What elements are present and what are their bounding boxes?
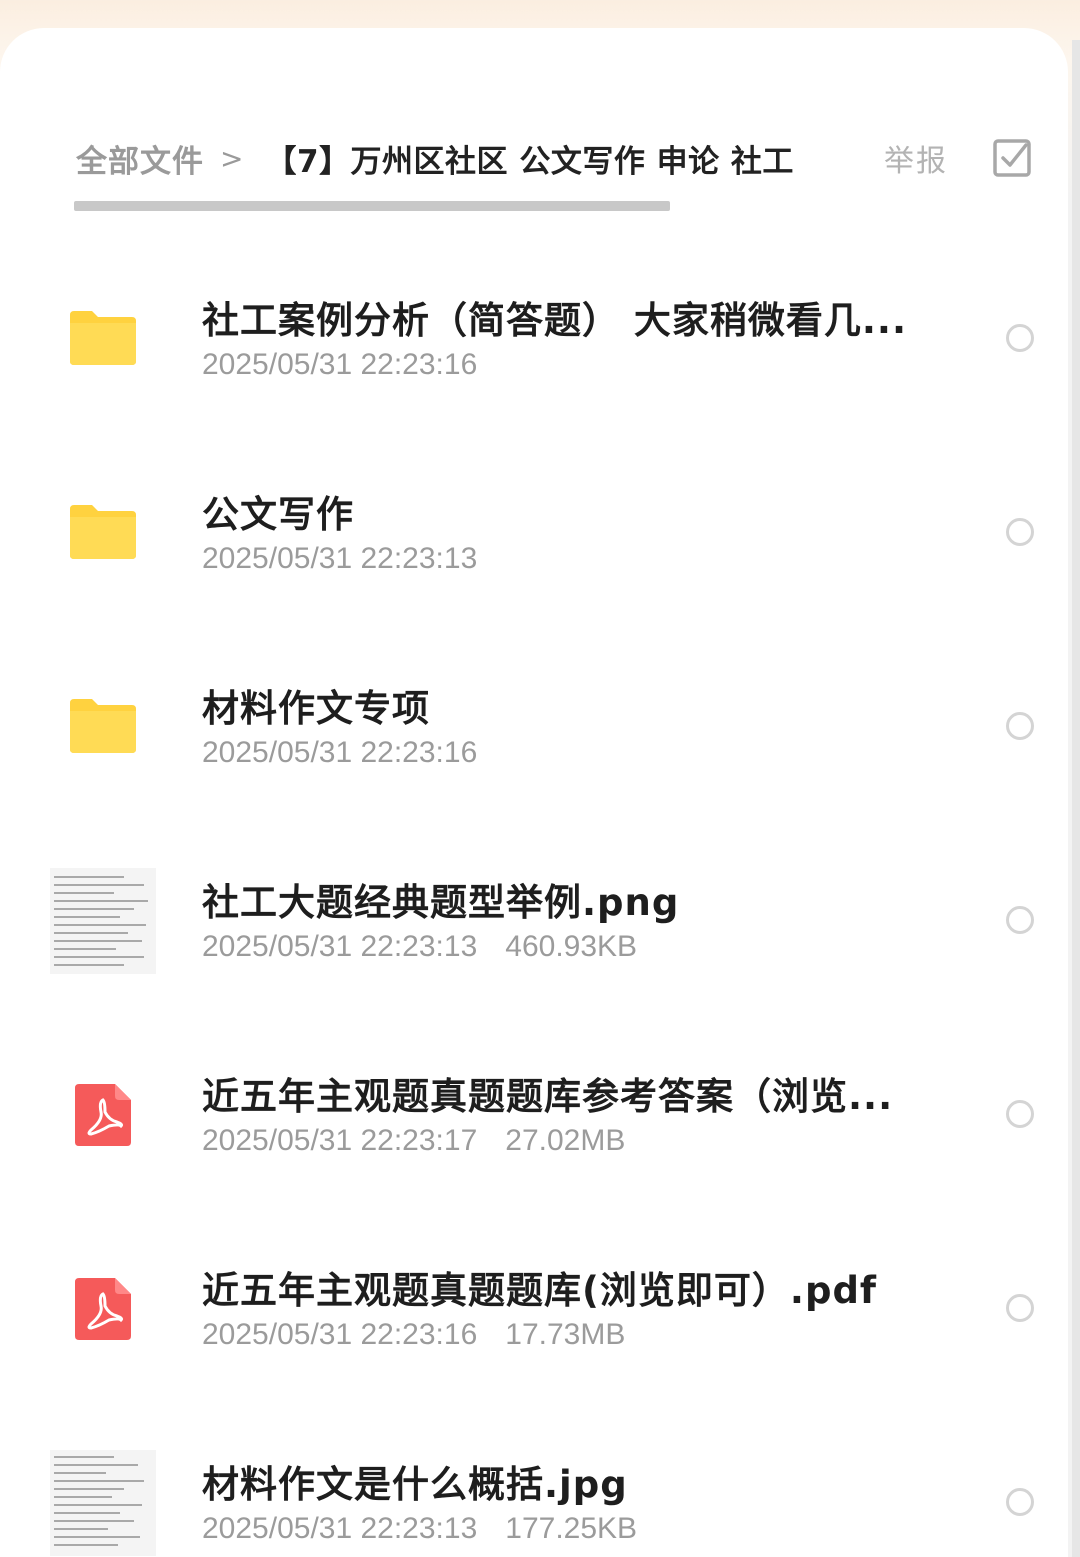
image-thumbnail	[48, 1448, 158, 1557]
file-date: 2025/05/31 22:23:16	[202, 736, 478, 769]
file-meta: 2025/05/31 22:23:16 17.73MB	[202, 1318, 625, 1352]
file-date: 2025/05/31 22:23:13	[202, 1512, 478, 1545]
file-meta: 2025/05/31 22:23:13 460.93KB	[202, 930, 637, 964]
file-name: 近五年主观题真题题库参考答案（浏览...	[202, 1075, 894, 1118]
folder-icon	[48, 476, 158, 586]
file-name: 近五年主观题真题题库(浏览即可）.pdf	[202, 1269, 878, 1312]
file-date: 2025/05/31 22:23:16	[202, 1318, 478, 1351]
select-radio[interactable]	[1006, 1294, 1034, 1322]
file-date: 2025/05/31 22:23:13	[202, 542, 478, 575]
breadcrumb-current-folder: 【7】万州区社区 公文写作 申论 社工	[265, 143, 794, 180]
select-radio[interactable]	[1006, 324, 1034, 352]
breadcrumb-separator: >	[220, 141, 244, 175]
file-meta: 2025/05/31 22:23:16	[202, 348, 477, 382]
file-meta: 2025/05/31 22:23:16	[202, 736, 477, 770]
list-item[interactable]: 社工案例分析（简答题） 大家稍微看几... 2025/05/31 22:23:1…	[0, 240, 1068, 434]
file-meta: 2025/05/31 22:23:13 177.25KB	[202, 1512, 637, 1546]
folder-icon	[48, 670, 158, 780]
page-scrollbar[interactable]	[1072, 40, 1080, 1557]
breadcrumb-scrollbar[interactable]	[74, 201, 670, 211]
file-size: 27.02MB	[505, 1124, 626, 1157]
list-item[interactable]: 材料作文专项 2025/05/31 22:23:16	[0, 628, 1068, 822]
file-date: 2025/05/31 22:23:13	[202, 930, 478, 963]
file-size: 460.93KB	[505, 930, 638, 963]
list-item[interactable]: 近五年主观题真题题库参考答案（浏览... 2025/05/31 22:23:17…	[0, 1016, 1068, 1210]
file-size: 17.73MB	[505, 1318, 626, 1351]
select-radio[interactable]	[1006, 712, 1034, 740]
file-name: 公文写作	[202, 493, 354, 536]
list-item[interactable]: 社工大题经典题型举例.png 2025/05/31 22:23:13 460.93…	[0, 822, 1068, 1016]
list-item[interactable]: 公文写作 2025/05/31 22:23:13	[0, 434, 1068, 628]
list-item[interactable]: 近五年主观题真题题库(浏览即可）.pdf 2025/05/31 22:23:16…	[0, 1210, 1068, 1404]
list-item[interactable]: 材料作文是什么概括.jpg 2025/05/31 22:23:13 177.25K…	[0, 1404, 1068, 1557]
report-button[interactable]: 举报	[884, 136, 948, 180]
file-name: 材料作文是什么概括.jpg	[202, 1463, 628, 1506]
file-date: 2025/05/31 22:23:17	[202, 1124, 478, 1157]
pdf-icon	[48, 1254, 158, 1364]
file-name: 社工大题经典题型举例.png	[202, 881, 680, 924]
select-radio[interactable]	[1006, 518, 1034, 546]
pdf-icon	[48, 1060, 158, 1170]
folder-icon	[48, 282, 158, 392]
file-date: 2025/05/31 22:23:16	[202, 348, 478, 381]
select-radio[interactable]	[1006, 1100, 1034, 1128]
checkbox-select-all-icon[interactable]	[990, 136, 1034, 180]
file-name: 社工案例分析（简答题） 大家稍微看几...	[202, 299, 908, 342]
file-meta: 2025/05/31 22:23:17 27.02MB	[202, 1124, 625, 1158]
breadcrumb-root-all-files[interactable]: 全部文件	[76, 136, 204, 181]
select-radio[interactable]	[1006, 1488, 1034, 1516]
image-thumbnail	[48, 866, 158, 976]
file-meta: 2025/05/31 22:23:13	[202, 542, 477, 576]
file-size: 177.25KB	[505, 1512, 638, 1545]
file-name: 材料作文专项	[202, 687, 430, 730]
select-radio[interactable]	[1006, 906, 1034, 934]
breadcrumb: 全部文件 > 【7】万州区社区 公文写作 申论 社工	[76, 132, 794, 184]
